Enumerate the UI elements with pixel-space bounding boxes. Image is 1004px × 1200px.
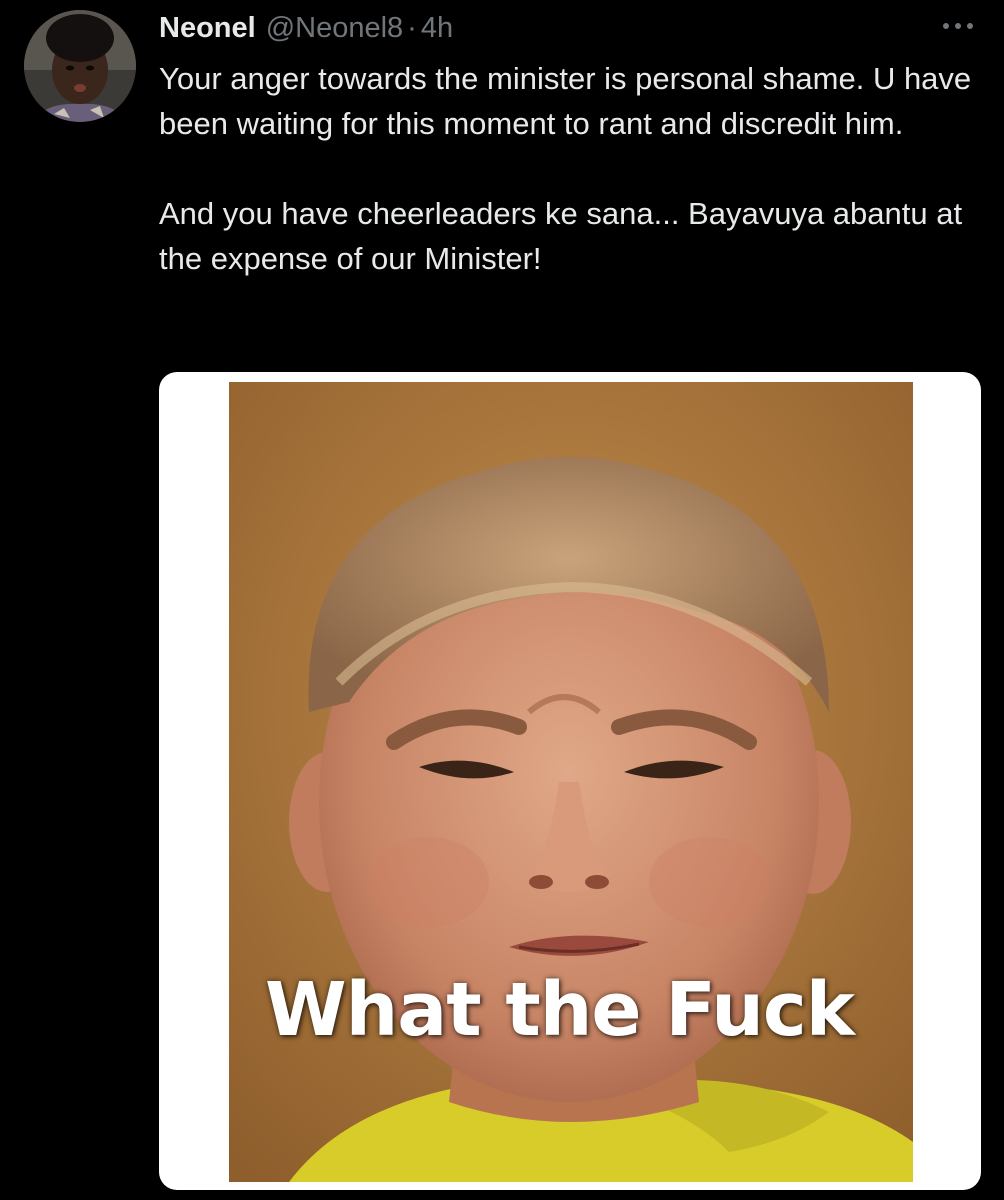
- separator-dot: ·: [407, 11, 417, 44]
- tweet-paragraph: Your anger towards the minister is perso…: [159, 61, 972, 141]
- author-display-name[interactable]: Neonel: [159, 12, 256, 45]
- tweet[interactable]: Neonel @Neonel8 · 4h Your anger towards …: [0, 0, 1004, 1200]
- tweet-media[interactable]: What the Fuck: [159, 372, 981, 1190]
- tweet-header: Neonel @Neonel8 · 4h: [159, 8, 453, 48]
- author-avatar[interactable]: [24, 10, 136, 122]
- more-options-icon: [943, 23, 973, 29]
- meme-image: What the Fuck: [229, 382, 913, 1182]
- tweet-text: Your anger towards the minister is perso…: [159, 56, 989, 281]
- author-handle[interactable]: @Neonel8: [266, 12, 403, 45]
- more-options-button[interactable]: [938, 14, 978, 38]
- meme-caption: What the Fuck: [265, 967, 855, 1053]
- meme-photo: [229, 382, 913, 1182]
- tweet-paragraph: And you have cheerleaders ke sana... Bay…: [159, 196, 963, 276]
- avatar-image: [24, 10, 136, 122]
- tweet-timestamp[interactable]: 4h: [421, 12, 453, 45]
